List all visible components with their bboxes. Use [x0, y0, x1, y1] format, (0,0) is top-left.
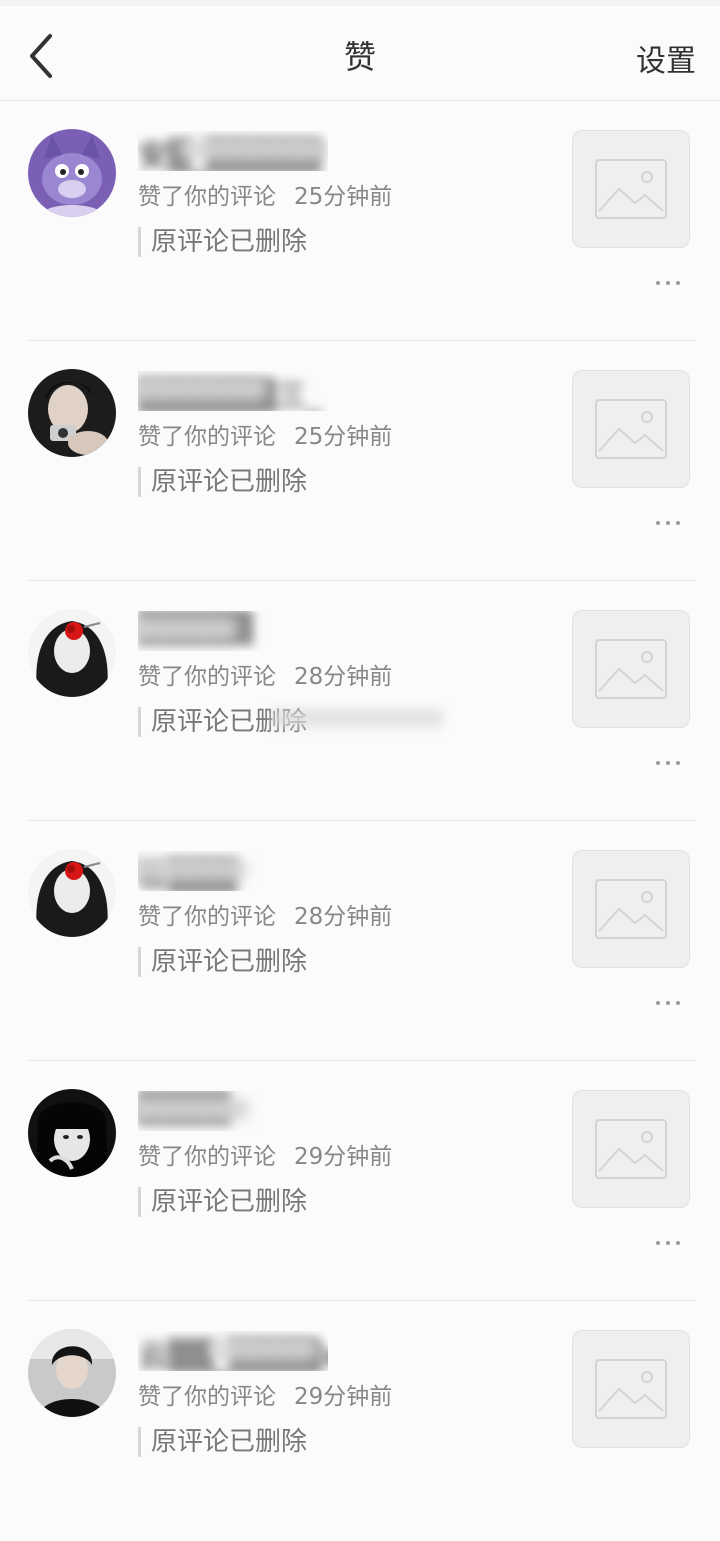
more-dots-icon: [656, 1241, 660, 1245]
username[interactable]: 板▒▒▒: [138, 851, 328, 891]
girl-red-rose-avatar-icon: [28, 849, 116, 937]
like-meta: 赞了你的评论 25分钟前: [138, 177, 392, 211]
post-thumbnail[interactable]: [572, 130, 690, 248]
post-thumbnail[interactable]: [572, 1330, 690, 1448]
girl-red-rose-avatar-icon: [28, 609, 116, 697]
page-title: 赞: [343, 38, 376, 76]
avatar[interactable]: [28, 369, 116, 457]
list-item[interactable]: ▒▒▒▒▒▒三_ 赞了你的评论 25分钟前 原评论已删除: [0, 341, 720, 581]
action-text: 赞了你的评论: [138, 664, 276, 690]
redaction-blur: [272, 709, 442, 727]
timestamp: 29分钟前: [294, 1144, 393, 1170]
original-comment-quote: 原评论已删除: [138, 227, 307, 257]
avatar[interactable]: [28, 849, 116, 937]
timestamp: 25分钟前: [294, 184, 393, 210]
action-text: 赞了你的评论: [138, 904, 276, 930]
settings-button[interactable]: 设置: [636, 36, 696, 80]
boy-photo-avatar-icon: [28, 1329, 116, 1417]
username[interactable]: 安▒_▒▒▒▒▒: [138, 131, 328, 171]
timestamp: 25分钟前: [294, 424, 393, 450]
post-thumbnail[interactable]: [572, 1090, 690, 1208]
original-comment-quote: 原评论已删除: [138, 1427, 307, 1457]
likes-list: 安▒_▒▒▒▒▒ 赞了你的评论 25分钟前 原评论已删除: [0, 101, 720, 1541]
more-dots-icon: [656, 1001, 660, 1005]
avatar[interactable]: [28, 1089, 116, 1177]
action-text: 赞了你的评论: [138, 1384, 276, 1410]
person-photo-avatar-icon: [28, 369, 116, 457]
timestamp: 28分钟前: [294, 664, 393, 690]
original-comment-quote: 原评论已删除: [138, 947, 307, 977]
list-item[interactable]: ▒▒▒▒▒ 赞了你的评论28分钟前 原评论已删除: [0, 581, 720, 821]
image-placeholder-icon: [595, 879, 667, 939]
username[interactable]: ▒▒▒▒▒▒三_: [138, 371, 328, 411]
action-text: 赞了你的评论: [138, 424, 276, 450]
avatar[interactable]: [28, 1329, 116, 1417]
username[interactable]: ▒▒▒▒▒: [138, 611, 328, 651]
action-text: 赞了你的评论: [138, 1144, 276, 1170]
action-text: 赞了你的评论: [138, 184, 276, 210]
more-options-button[interactable]: [652, 993, 684, 1013]
username[interactable]: ▒▒▒▒-: [138, 1091, 328, 1131]
girl-dark-hair-avatar-icon: [28, 1089, 116, 1177]
more-dots-icon: [656, 281, 660, 285]
timestamp: 29分钟前: [294, 1384, 393, 1410]
like-meta: 赞了你的评论 29分钟前: [138, 1377, 392, 1411]
list-item[interactable]: 板▒▒▒ 赞了你的评论 28分钟前 原评论已删除: [0, 821, 720, 1061]
timestamp: 28分钟前: [294, 904, 393, 930]
cartoon-cat-avatar-icon: [28, 129, 116, 217]
more-options-button[interactable]: [652, 1233, 684, 1253]
like-meta: 赞了你的评论 28分钟前: [138, 657, 392, 691]
image-placeholder-icon: [595, 1119, 667, 1179]
more-options-button[interactable]: [652, 513, 684, 533]
avatar[interactable]: [28, 129, 116, 217]
post-thumbnail[interactable]: [572, 610, 690, 728]
image-placeholder-icon: [595, 159, 667, 219]
list-item[interactable]: 云▒▒_▒▒▒▒xx 赞了你的评论 29分钟前 原评论已删除: [0, 1301, 720, 1541]
username[interactable]: 云▒▒_▒▒▒▒xx: [138, 1331, 328, 1371]
post-thumbnail[interactable]: [572, 850, 690, 968]
more-dots-icon: [656, 521, 660, 525]
post-thumbnail[interactable]: [572, 370, 690, 488]
like-meta: 赞了你的评论 25分钟前: [138, 417, 392, 451]
more-options-button[interactable]: [652, 753, 684, 773]
list-item[interactable]: ▒▒▒▒- 赞了你的评论 29分钟前 原评论已删除: [0, 1061, 720, 1301]
image-placeholder-icon: [595, 399, 667, 459]
like-meta: 赞了你的评论 29分钟前: [138, 1137, 392, 1171]
more-options-button[interactable]: [652, 273, 684, 293]
avatar[interactable]: [28, 609, 116, 697]
nav-header: 赞 设置: [0, 6, 720, 101]
list-item[interactable]: 安▒_▒▒▒▒▒ 赞了你的评论 25分钟前 原评论已删除: [0, 101, 720, 341]
image-placeholder-icon: [595, 639, 667, 699]
more-dots-icon: [656, 761, 660, 765]
like-meta: 赞了你的评论 28分钟前: [138, 897, 392, 931]
image-placeholder-icon: [595, 1359, 667, 1419]
original-comment-quote: 原评论已删除: [138, 467, 307, 497]
original-comment-quote: 原评论已删除: [138, 1187, 307, 1217]
